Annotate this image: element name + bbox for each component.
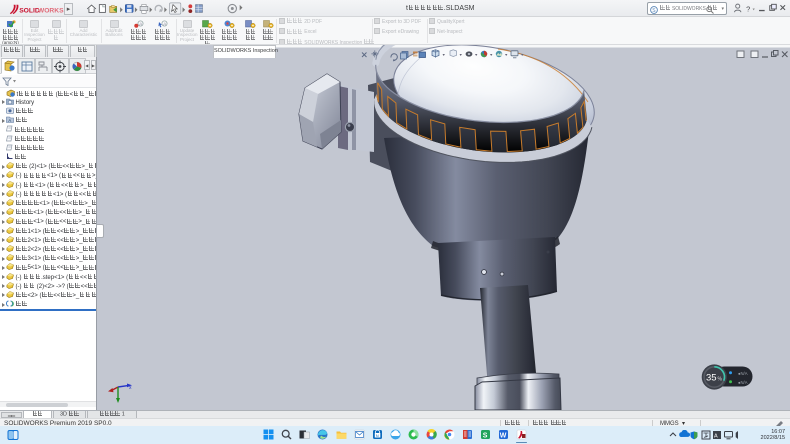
svg-text:A: A [163,21,166,26]
svg-text:●N/A: ●N/A [738,371,748,376]
svg-text:N: N [376,433,379,438]
svg-text:?: ? [746,4,750,13]
svg-text:A: A [139,21,142,26]
svg-text:A: A [8,118,11,123]
svg-text:%: % [718,377,723,383]
svg-text:●N/A: ●N/A [738,380,748,385]
svg-text:S: S [483,433,488,440]
svg-text:W: W [500,433,507,440]
svg-text:A: A [714,434,718,440]
svg-text:35: 35 [706,373,717,384]
svg-text:WORKS: WORKS [38,7,64,14]
svg-text:SOLID: SOLID [19,7,40,14]
